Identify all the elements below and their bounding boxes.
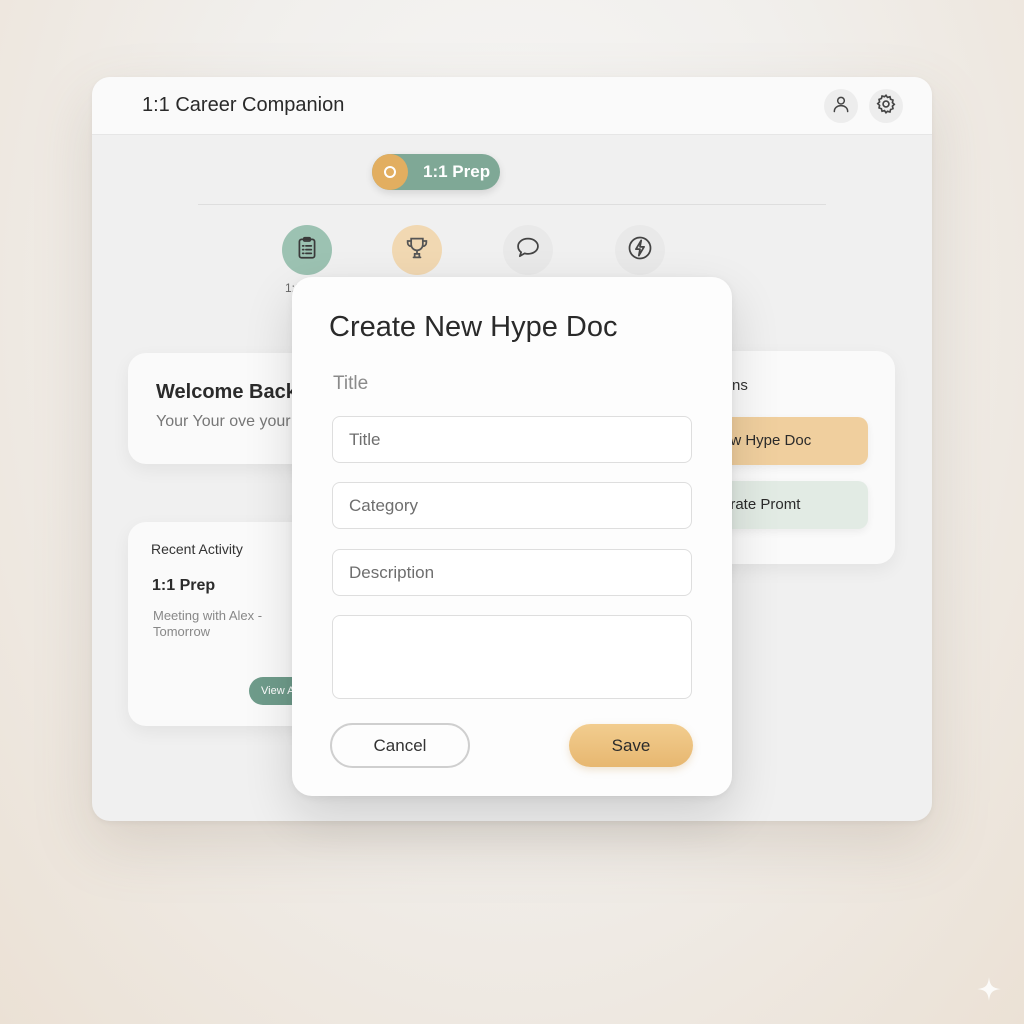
- toggle-label: 1:1 Prep: [423, 162, 491, 181]
- user-icon: [831, 94, 851, 119]
- nav-item-achievements[interactable]: [392, 225, 442, 275]
- recent-item-description: Meeting with Alex - Tomorrow: [153, 608, 263, 639]
- prep-mode-toggle[interactable]: 1:1 Prep: [372, 154, 500, 190]
- nav-item-1on1[interactable]: [282, 225, 332, 275]
- modal-title: Create New Hype Doc: [329, 311, 618, 343]
- gear-icon: [875, 93, 897, 120]
- divider: [198, 204, 826, 205]
- clipboard-icon: [294, 235, 320, 266]
- profile-button[interactable]: [824, 89, 858, 123]
- lightning-icon: [626, 234, 654, 267]
- app-title: 1:1 Career Companion: [142, 94, 345, 116]
- top-bar: 1:1 Career Companion: [92, 77, 932, 135]
- settings-button[interactable]: [869, 89, 903, 123]
- description-field[interactable]: [332, 549, 692, 596]
- chat-bubble-icon: [514, 234, 542, 267]
- welcome-subtitle: Your Your ove your l: [156, 413, 299, 430]
- generate-prompt-button[interactable]: erate Promt: [732, 481, 868, 529]
- notes-textarea[interactable]: [332, 615, 692, 699]
- trophy-icon: [403, 234, 431, 267]
- title-field[interactable]: [332, 416, 692, 463]
- recent-activity-title: Recent Activity: [151, 541, 243, 557]
- welcome-title: Welcome Back: [156, 381, 297, 403]
- nav-item-chat[interactable]: [503, 225, 553, 275]
- category-field[interactable]: [332, 482, 692, 529]
- sparkle-icon: [977, 977, 1001, 1001]
- toggle-knob: [372, 154, 408, 190]
- new-hype-doc-button[interactable]: ew Hype Doc: [732, 417, 868, 465]
- recent-item-title: 1:1 Prep: [152, 577, 216, 594]
- nav-item-quick[interactable]: [615, 225, 665, 275]
- quick-actions-title: ns: [732, 377, 748, 394]
- save-button[interactable]: Save: [569, 724, 693, 767]
- create-hype-doc-modal: Create New Hype Doc Title Cancel Save: [292, 277, 732, 796]
- modal-field-label: Title: [333, 373, 369, 394]
- cancel-button[interactable]: Cancel: [330, 723, 470, 768]
